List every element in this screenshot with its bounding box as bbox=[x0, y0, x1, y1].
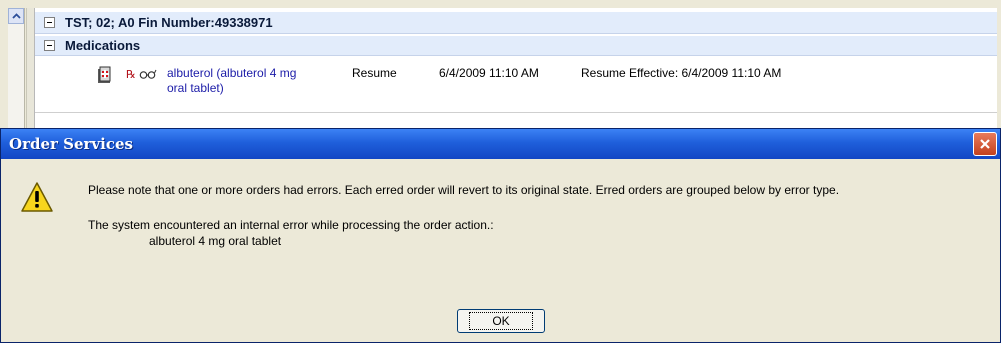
orders-grid: TST; 02; A0 Fin Number:49338971 Medicati… bbox=[34, 8, 997, 130]
medication-name-line1: albuterol (albuterol 4 mg bbox=[167, 66, 297, 80]
error-type-text: The system encountered an internal error… bbox=[88, 218, 494, 232]
dialog-titlebar[interactable]: Order Services bbox=[1, 129, 1000, 159]
prescription-icon: ℞ bbox=[126, 68, 136, 81]
medication-name-line2: oral tablet) bbox=[167, 81, 224, 95]
error-summary-text: Please note that one or more orders had … bbox=[88, 183, 840, 197]
medications-section-row[interactable]: Medications bbox=[35, 36, 997, 56]
close-icon bbox=[980, 139, 990, 149]
medication-datetime: 6/4/2009 11:10 AM bbox=[439, 66, 539, 80]
erred-order-item: albuterol 4 mg oral tablet bbox=[149, 234, 282, 248]
svg-text:℞: ℞ bbox=[126, 68, 136, 81]
vertical-scrollbar[interactable] bbox=[8, 8, 25, 130]
medication-detail: Resume Effective: 6/4/2009 11:10 AM bbox=[581, 66, 782, 80]
medication-row[interactable]: ℞ albuterol (albuterol 4 mg oral tablet)… bbox=[35, 62, 997, 102]
medications-section-label: Medications bbox=[65, 38, 141, 53]
row-divider bbox=[35, 112, 997, 113]
ok-button[interactable]: OK bbox=[457, 309, 545, 333]
medication-name-link[interactable]: albuterol (albuterol 4 mg oral tablet) bbox=[167, 66, 337, 96]
dialog-title: Order Services bbox=[9, 135, 133, 153]
order-window: TST; 02; A0 Fin Number:49338971 Medicati… bbox=[0, 0, 1001, 130]
order-sheet-icon bbox=[98, 66, 111, 83]
order-header-text: TST; 02; A0 Fin Number:49338971 bbox=[65, 15, 273, 30]
collapse-icon[interactable] bbox=[44, 40, 55, 51]
scroll-up-button[interactable] bbox=[8, 8, 24, 24]
medication-action: Resume bbox=[352, 66, 397, 80]
order-services-dialog: Order Services Please note that one or m… bbox=[0, 128, 1001, 343]
close-button[interactable] bbox=[973, 132, 997, 156]
glasses-icon bbox=[139, 69, 157, 79]
ok-button-label: OK bbox=[469, 312, 533, 330]
order-header-row[interactable]: TST; 02; A0 Fin Number:49338971 bbox=[35, 12, 997, 34]
warning-icon bbox=[21, 182, 53, 212]
chevron-up-icon bbox=[11, 13, 21, 19]
collapse-icon[interactable] bbox=[44, 17, 55, 28]
